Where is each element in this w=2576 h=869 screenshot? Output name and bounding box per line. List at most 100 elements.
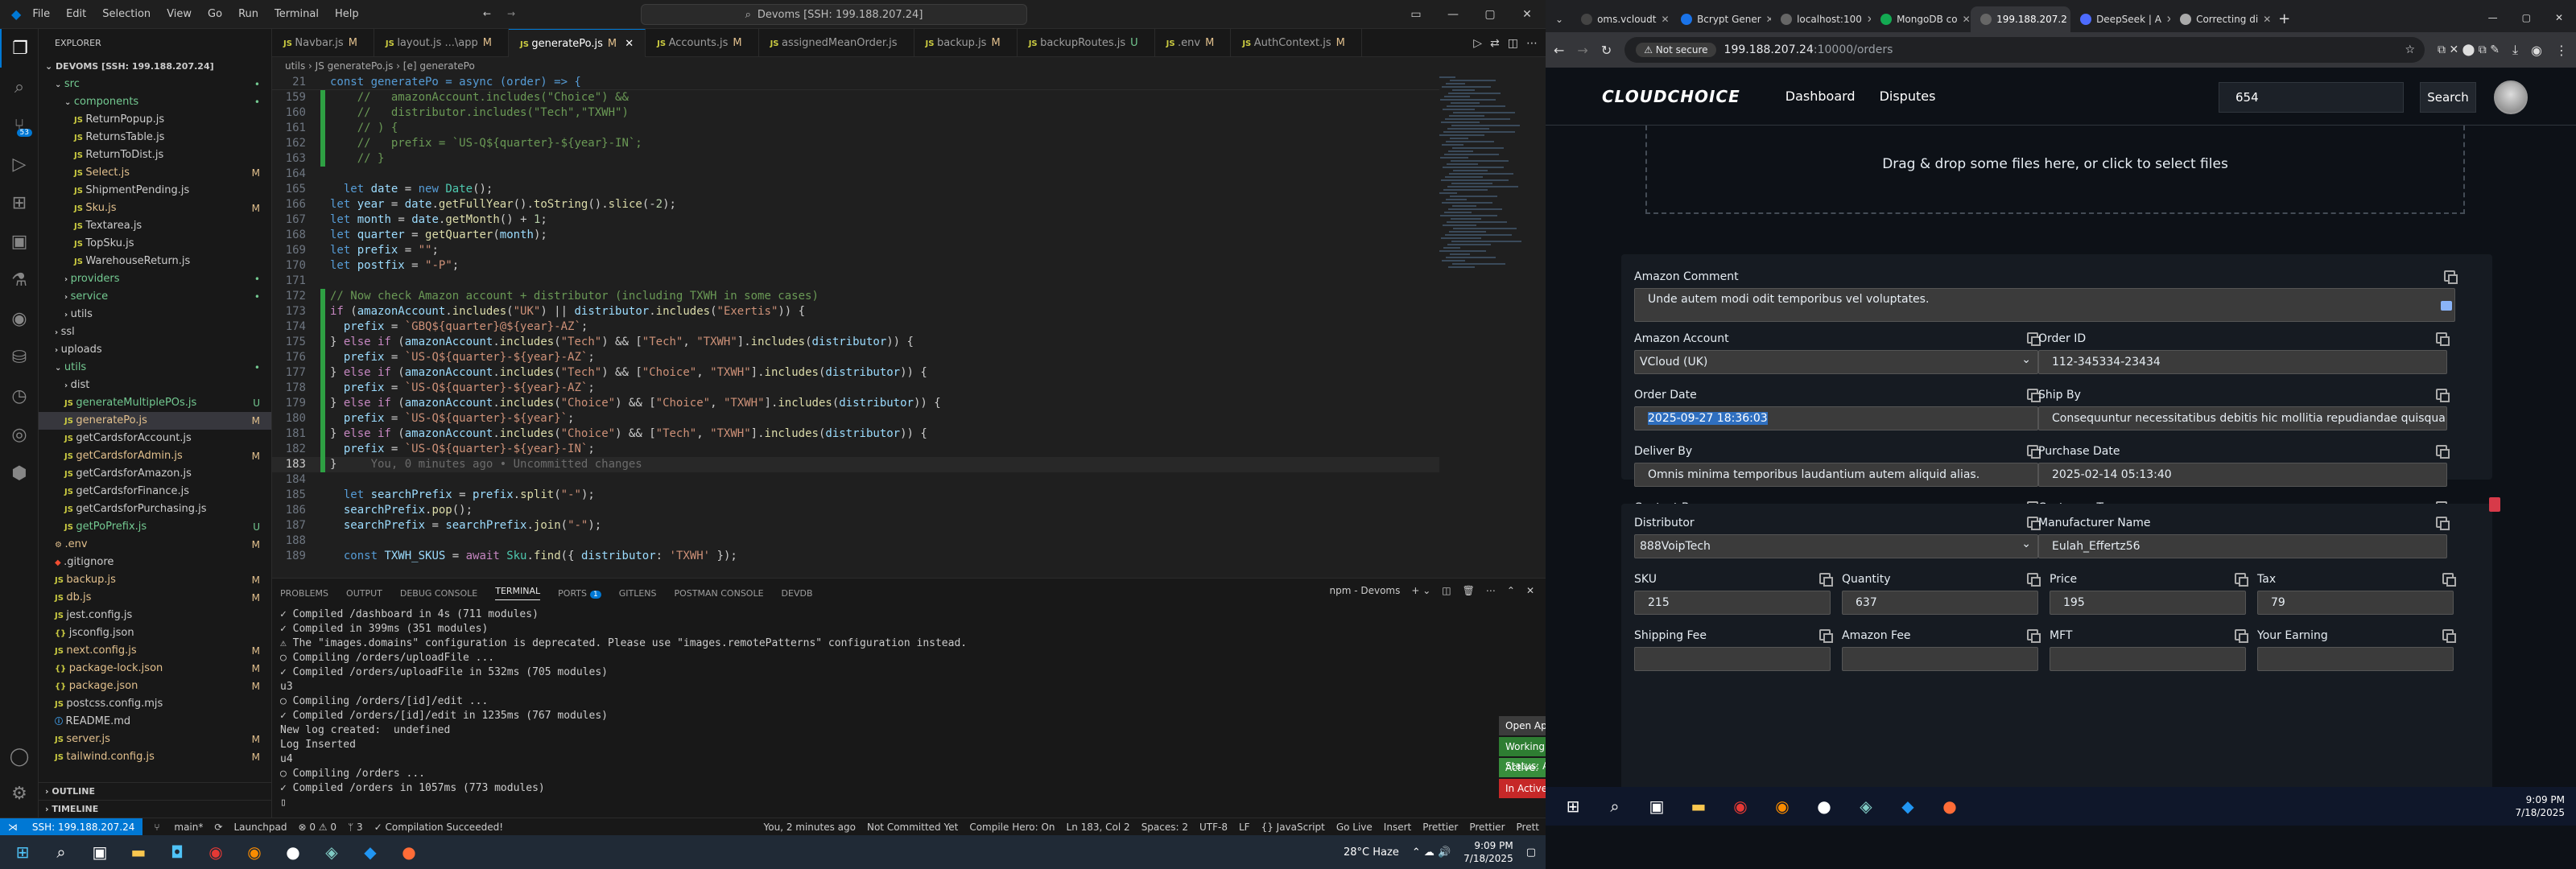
panel-tab-gitlens[interactable]: GITLENS <box>619 588 657 599</box>
field-select[interactable]: VCloud (UK) <box>1634 348 2038 374</box>
tree-item[interactable]: ⌄ src • <box>39 76 271 93</box>
menu-selection[interactable]: Selection <box>102 8 151 20</box>
file-explorer-icon[interactable]: ▬ <box>122 836 155 868</box>
run-debug-icon[interactable]: ▷ <box>0 145 39 183</box>
code-line[interactable]: 187 searchPrefix = searchPrefix.join("-"… <box>272 518 1439 533</box>
bookmark-star-icon[interactable]: ☆ <box>2405 43 2415 56</box>
editor-tab[interactable]: JS Navbar.js M <box>272 29 374 57</box>
code-line[interactable]: 170 let postfix = "-P"; <box>272 258 1439 274</box>
field-input[interactable]: 637 <box>1842 591 2038 615</box>
chrome-profile-icon[interactable]: ◉ <box>1766 790 1798 822</box>
compile-hero-status[interactable]: Compile Hero: On <box>969 822 1055 833</box>
panel-tab-ports[interactable]: PORTS 1 <box>558 588 601 599</box>
file-dropzone[interactable]: Drag & drop some files here, or click to… <box>1645 126 2465 214</box>
postman-taskbar-icon[interactable]: ● <box>1934 790 1966 822</box>
maximize-button[interactable]: ▢ <box>2522 12 2531 23</box>
close-tab-icon[interactable]: ✕ <box>1963 6 1971 32</box>
close-tab-icon[interactable]: ✕ <box>2263 6 2270 32</box>
field-input[interactable]: Consequuntur necessitatibus debitis hic … <box>2038 406 2447 430</box>
field-input[interactable]: 195 <box>2050 591 2246 615</box>
minimize-button[interactable]: — <box>1435 0 1472 29</box>
copy-icon[interactable] <box>2436 445 2450 459</box>
command-center[interactable]: ⌕ Devoms [SSH: 199.188.207.24] <box>641 4 1027 25</box>
tree-item[interactable]: JS getCardsforFinance.js <box>39 483 271 500</box>
amazon-comment-textarea[interactable]: Unde autem modi odit temporibus vel volu… <box>1634 288 2455 322</box>
field-select[interactable]: 888VoipTech <box>1634 533 2038 558</box>
vscode-taskbar-icon[interactable]: ◆ <box>354 836 386 868</box>
ports-status[interactable]: ᛘ 3 <box>348 822 363 833</box>
testing-icon[interactable]: ⚗ <box>0 261 39 299</box>
tree-item[interactable]: JS generateMultiplePOs.js U <box>39 394 271 412</box>
tree-item[interactable]: JS generatePo.js M <box>39 412 271 430</box>
code-line[interactable]: 186 searchPrefix.pop(); <box>272 503 1439 518</box>
compile-status[interactable]: ✓ Compilation Succeeded! <box>374 822 503 833</box>
menu-terminal[interactable]: Terminal <box>275 8 319 20</box>
eol-status[interactable]: LF <box>1239 822 1250 833</box>
tree-item[interactable]: › service • <box>39 288 271 306</box>
postman-icon[interactable]: ◎ <box>0 415 39 454</box>
tree-item[interactable]: › uploads <box>39 341 271 359</box>
editor-tab[interactable]: JS assignedMeanOrder.js <box>759 29 914 57</box>
copy-icon[interactable] <box>2436 332 2450 346</box>
code-line[interactable]: 171 <box>272 274 1439 289</box>
browser-tab[interactable]: Correcting di ✕ <box>2170 6 2270 32</box>
panel-tab-terminal[interactable]: TERMINAL <box>495 586 541 600</box>
copy-icon[interactable] <box>2442 573 2456 587</box>
code-line[interactable]: 166 let year = date.getFullYear().toStrin… <box>272 197 1439 212</box>
tree-item[interactable]: JS getCardsforAccount.js <box>39 430 271 447</box>
copy-icon[interactable] <box>2027 332 2041 346</box>
github-icon[interactable]: ● <box>1808 790 1840 822</box>
terminal-output[interactable]: ✓ Compiled /dashboard in 4s (711 modules… <box>272 607 1546 810</box>
copy-icon[interactable] <box>2027 517 2041 530</box>
avatar[interactable] <box>2494 80 2528 114</box>
copy-icon[interactable] <box>1819 573 1833 587</box>
code-editor[interactable]: 21 const generatePo = async (order) => { … <box>272 75 1439 578</box>
editor-tab[interactable]: JS generatePo.js M ✕ <box>509 29 646 57</box>
editor-tab[interactable]: JS backupRoutes.js U <box>1018 29 1155 57</box>
copy-icon[interactable] <box>2027 389 2041 402</box>
menu-edit[interactable]: Edit <box>66 8 86 20</box>
tree-item[interactable]: JS ReturnPopup.js <box>39 111 271 129</box>
close-button[interactable]: ✕ <box>2555 12 2563 23</box>
new-terminal-icon[interactable]: + ⌄ <box>1411 585 1430 596</box>
code-line[interactable]: 173 if (amazonAccount.includes("UK") || d… <box>272 304 1439 319</box>
panel-tab-output[interactable]: OUTPUT <box>346 588 382 599</box>
tray-icons[interactable]: ⌃ ☁ 🔊 <box>1412 846 1451 859</box>
workspace-root[interactable]: ⌄ DEVOMS [SSH: 199.188.207.24] <box>39 58 271 76</box>
more-actions-icon[interactable]: ⋯ <box>1526 37 1538 50</box>
taskbar-clock[interactable]: 9:09 PM 7/18/2025 <box>2515 793 2565 819</box>
database-icon[interactable]: ⛁ <box>0 338 39 377</box>
code-line[interactable]: 184 <box>272 472 1439 488</box>
prettier-status-2[interactable]: Prettier <box>1469 822 1505 833</box>
field-input[interactable]: 2025-09-27 18:36:03 <box>1634 406 2038 430</box>
search-button[interactable]: Search <box>2420 82 2476 113</box>
grammar-extension-icon[interactable] <box>2441 301 2452 311</box>
maximize-button[interactable]: ▢ <box>1472 0 1509 29</box>
copy-icon[interactable] <box>2436 517 2450 530</box>
cursor-position[interactable]: Ln 183, Col 2 <box>1067 822 1130 833</box>
menu-help[interactable]: Help <box>335 8 359 20</box>
field-input[interactable]: 2025-02-14 05:13:40 <box>2038 463 2447 487</box>
browser-tab[interactable]: Bcrypt Gener ✕ <box>1671 6 1771 32</box>
minimap[interactable] <box>1439 75 1546 578</box>
weather-widget[interactable]: 28°C Haze <box>1344 846 1399 859</box>
copy-icon[interactable] <box>2444 270 2458 284</box>
menu-file[interactable]: File <box>32 8 50 20</box>
code-line[interactable]: 185 let searchPrefix = prefix.split("-")… <box>272 488 1439 503</box>
code-line[interactable]: 162 // prefix = `US-Q${quarter}-${year}-… <box>272 136 1439 151</box>
containers-icon[interactable]: ⬢ <box>0 454 39 492</box>
field-input[interactable]: 112-345334-23434 <box>2038 350 2447 374</box>
more-icon[interactable]: ⋯ <box>1486 585 1496 596</box>
postman-taskbar-icon[interactable]: ● <box>393 836 425 868</box>
task-view-icon[interactable]: ▣ <box>84 836 116 868</box>
code-line[interactable]: 176 prefix = `US-Q${quarter}-${year}-AZ`… <box>272 350 1439 365</box>
code-line[interactable]: 159 // amazonAccount.includes("Choice") … <box>272 90 1439 105</box>
terminal-app-icon[interactable]: ◈ <box>316 836 348 868</box>
code-line[interactable]: 188 <box>272 533 1439 549</box>
tree-item[interactable]: JS Textarea.js <box>39 217 271 235</box>
tree-item[interactable]: JS getPoPrefix.js U <box>39 518 271 536</box>
downloads-icon[interactable]: ⤓ <box>2512 42 2518 58</box>
compare-icon[interactable]: ⇄ <box>1490 37 1500 50</box>
tree-item[interactable]: JS ShipmentPending.js <box>39 182 271 200</box>
chrome-icon[interactable]: ◉ <box>1724 790 1757 822</box>
